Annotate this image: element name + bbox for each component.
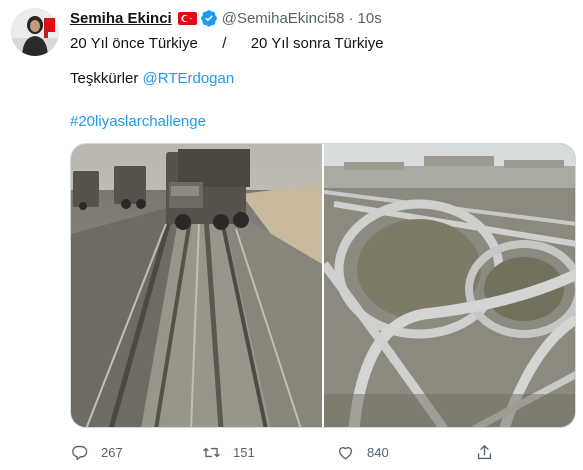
reply-icon — [72, 445, 88, 460]
like-action[interactable]: 840 — [336, 440, 389, 464]
tweet-text-line-3: #20liyaslarchallenge — [70, 113, 206, 130]
tweet-header: Semiha Ekinci @SemihaEkinci58 · 10s — [70, 8, 382, 28]
share-icon — [477, 444, 492, 459]
reply-action[interactable]: 267 — [70, 440, 123, 464]
text-slash: / — [222, 35, 227, 52]
hashtag-link[interactable]: #20liyaslarchallenge — [70, 113, 206, 130]
media-image-old-road[interactable] — [71, 144, 322, 427]
retweet-count: 151 — [233, 444, 255, 460]
tweet-media[interactable] — [70, 143, 576, 428]
mention-link[interactable]: @RTErdogan — [143, 70, 235, 87]
tweet-timestamp[interactable]: 10s — [358, 10, 382, 27]
header-separator: · — [348, 9, 354, 27]
like-count: 840 — [367, 444, 389, 460]
heart-icon — [338, 446, 353, 460]
retweet-icon — [203, 447, 220, 457]
tweet[interactable]: Semiha Ekinci @SemihaEkinci58 · 10s 20 Y… — [0, 0, 583, 470]
turkey-flag-icon — [177, 11, 197, 25]
text-before: 20 Yıl önce Türkiye — [70, 35, 198, 52]
reply-count: 267 — [101, 444, 123, 460]
share-action[interactable] — [475, 440, 494, 464]
author-handle[interactable]: @SemihaEkinci58 — [222, 10, 345, 27]
tweet-actions: 267 151 840 — [70, 440, 576, 464]
verified-badge-icon — [200, 9, 218, 27]
tweet-text-line-2: Teşkkürler @RTErdogan — [70, 70, 234, 87]
text-after: 20 Yıl sonra Türkiye — [250, 35, 384, 52]
tweet-text-line-1: 20 Yıl önce Türkiye / 20 Yıl sonra Türki… — [70, 35, 384, 52]
avatar[interactable] — [11, 8, 59, 56]
retweet-action[interactable]: 151 — [202, 440, 255, 464]
author-name[interactable]: Semiha Ekinci — [70, 10, 172, 27]
media-image-highway-interchange[interactable] — [320, 144, 575, 427]
thanks-text: Teşkkürler — [70, 70, 139, 87]
